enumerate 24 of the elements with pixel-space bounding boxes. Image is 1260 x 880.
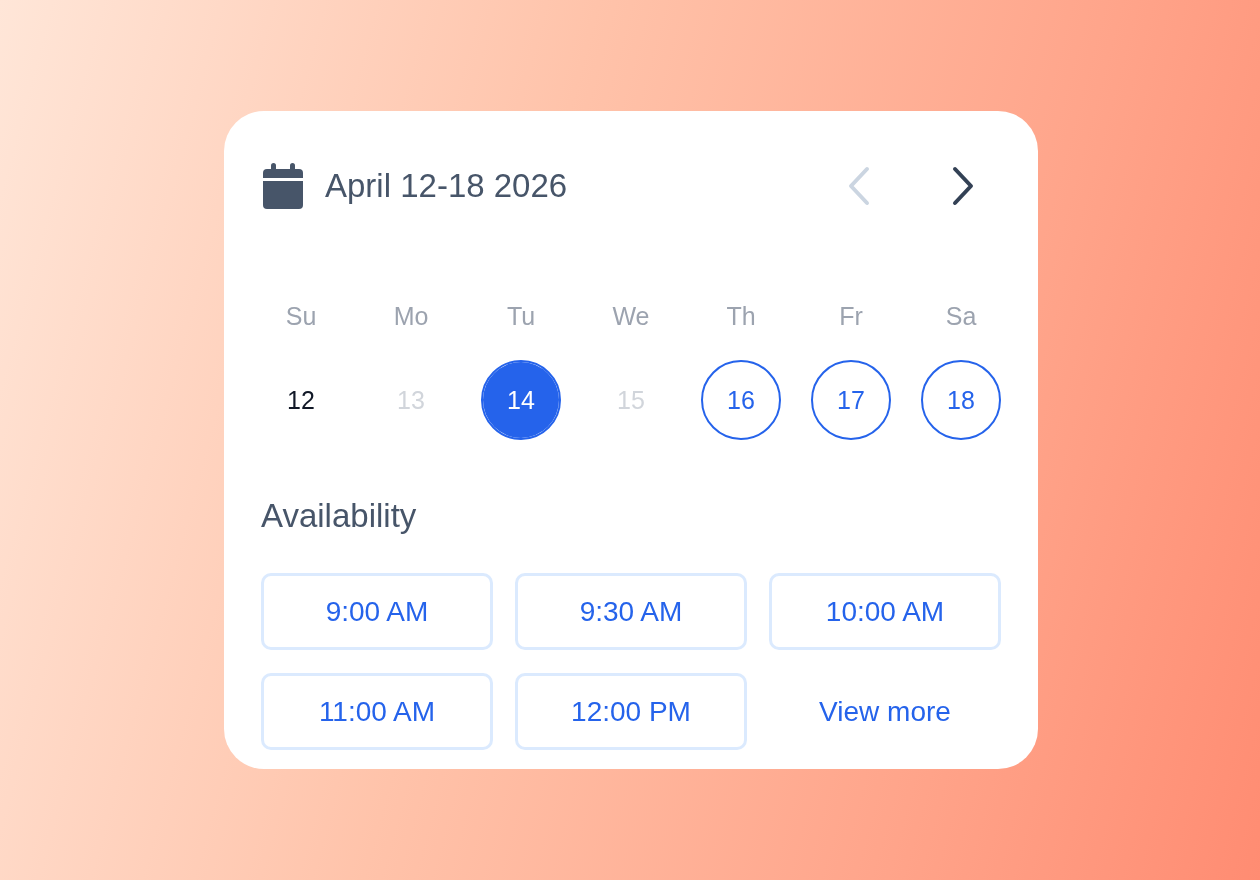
calendar-icon [263,163,303,209]
weekday-label: Tu [505,301,537,331]
weekday-label: Fr [838,301,864,331]
weekday-label: Su [284,301,318,331]
day-button[interactable]: 14 [481,360,561,440]
chevron-left-icon [847,166,871,206]
time-slot-button[interactable]: 9:30 AM [515,573,747,650]
day-button[interactable]: 12 [261,360,341,440]
weekday-label: Mo [392,301,430,331]
weekday-label: We [611,301,651,331]
time-slot-button[interactable]: 9:00 AM [261,573,493,650]
time-slot-button[interactable]: 12:00 PM [515,673,747,750]
next-week-button[interactable] [951,166,975,206]
day-button[interactable]: 16 [701,360,781,440]
day-button[interactable]: 17 [811,360,891,440]
weekday-label: Th [725,301,757,331]
week-range-title: April 12-18 2026 [325,166,568,206]
time-slot-button[interactable]: 10:00 AM [769,573,1001,650]
weekday-label: Sa [944,301,978,331]
availability-heading: Availability [261,496,418,536]
time-slot-button[interactable]: 11:00 AM [261,673,493,750]
chevron-right-icon [951,166,975,206]
day-button[interactable]: 18 [921,360,1001,440]
view-more-link[interactable]: View more [819,673,951,750]
